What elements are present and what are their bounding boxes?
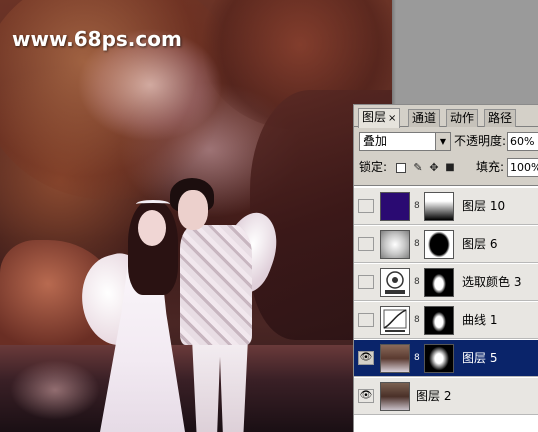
bride-tiara [136,200,170,208]
visibility-toggle[interactable] [358,199,374,213]
visibility-toggle[interactable] [358,313,374,327]
chevron-down-icon[interactable]: ▼ [435,133,450,150]
layer-row[interactable]: 👁 图层 2 [354,378,538,415]
site-watermark: www.68ps.com [12,27,182,51]
link-icon[interactable]: 8 [414,200,420,212]
selective-color-adjustment-icon [380,268,410,297]
fill-label: 填充: [476,160,505,174]
layer-mask-thumbnail[interactable] [424,268,454,297]
tab-paths-label: 路径 [488,111,513,125]
layer-name: 图层 5 [462,351,498,365]
layer-thumbnail [380,192,410,221]
lock-icon[interactable]: ■ [444,162,456,174]
water-reflection [10,360,100,420]
close-icon[interactable]: × [388,113,396,124]
tab-actions-label: 动作 [450,111,475,125]
tab-actions[interactable]: 动作 [446,109,479,127]
visibility-toggle[interactable] [358,237,374,251]
layer-name: 选取颜色 3 [462,275,522,289]
lock-transparency-icon[interactable] [396,163,406,173]
layer-row[interactable]: 👁 8 图层 5 [354,340,538,377]
layer-mask-thumbnail[interactable] [424,230,454,259]
groom-shirt [180,225,252,345]
blend-mode-select[interactable]: 叠加 ▼ [359,132,451,151]
layer-name: 曲线 1 [462,313,498,327]
link-icon[interactable]: 8 [414,276,420,288]
layer-mask-thumbnail[interactable] [424,344,454,373]
tab-layers[interactable]: 图层 × [358,108,401,128]
layer-name: 图层 10 [462,199,506,213]
layer-thumbnail [380,382,410,411]
layer-name: 图层 2 [416,389,452,403]
brush-icon[interactable]: ✎ [412,162,424,174]
bride-face [138,210,166,246]
tab-channels[interactable]: 通道 [408,109,441,127]
layer-name: 图层 6 [462,237,498,251]
layer-row[interactable]: 8 选取颜色 3 [354,264,538,301]
eye-icon[interactable]: 👁 [358,389,374,403]
opacity-label: 不透明度: [454,134,507,148]
eye-icon[interactable]: 👁 [358,351,374,365]
tab-layers-label: 图层 [362,110,387,124]
layer-mask-thumbnail[interactable] [424,192,454,221]
layers-panel: 图层 × 通道 动作 路径 叠加 ▼ 不透明度: 60% 锁定: ✎ ✥ ■ 填充… [353,104,538,432]
link-icon[interactable]: 8 [414,352,420,364]
photo-canvas: www.68ps.com [0,0,392,432]
visibility-toggle[interactable] [358,275,374,289]
link-icon[interactable]: 8 [414,238,420,250]
curves-adjustment-icon [380,306,410,335]
layer-mask-thumbnail[interactable] [424,306,454,335]
panel-tabs: 图层 × 通道 动作 路径 [354,105,538,128]
opacity-input[interactable]: 60% [507,132,538,151]
tab-channels-label: 通道 [412,111,437,125]
move-icon[interactable]: ✥ [428,162,440,174]
canvas-edge-shadow [392,0,396,104]
lock-row: 锁定: ✎ ✥ ■ 填充: 100% [354,158,538,180]
layer-list: 8 图层 10 8 图层 6 8 选取颜色 3 8 曲线 1 👁 8 图层 5 … [354,185,538,432]
groom-face [178,190,208,230]
tab-paths[interactable]: 路径 [484,109,517,127]
fill-input[interactable]: 100% [507,158,538,177]
lock-label: 锁定: [359,160,388,174]
layer-thumbnail [380,344,410,373]
layer-row[interactable]: 8 图层 10 [354,188,538,225]
workspace-background [392,0,538,104]
layer-row[interactable]: 8 图层 6 [354,226,538,263]
link-icon[interactable]: 8 [414,314,420,326]
blend-mode-value: 叠加 [363,134,388,148]
blend-row: 叠加 ▼ 不透明度: 60% [354,132,538,154]
layer-row[interactable]: 8 曲线 1 [354,302,538,339]
layer-thumbnail [380,230,410,259]
